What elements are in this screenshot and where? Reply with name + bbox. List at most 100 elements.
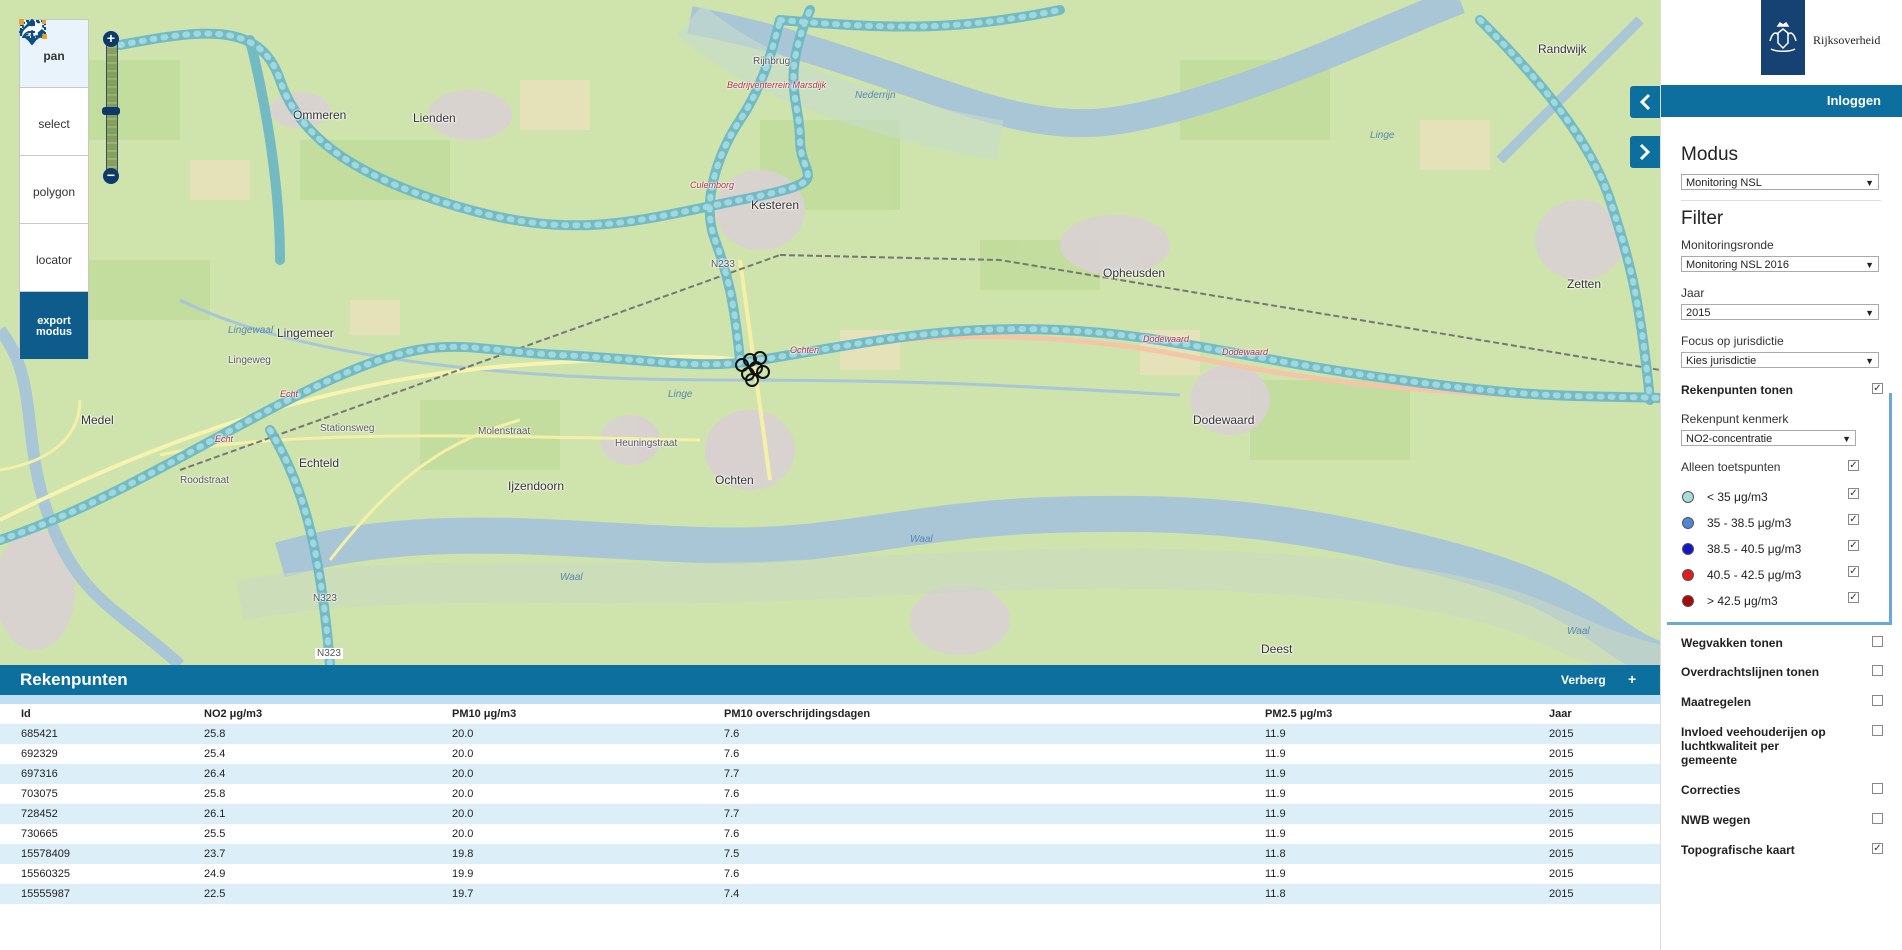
road-n233: N233 <box>711 259 735 270</box>
polygon-tool[interactable]: polygon <box>19 20 89 223</box>
login-link[interactable]: Inloggen <box>1661 85 1902 117</box>
column-header-pm10-days[interactable]: PM10 overschrijdingsdagen <box>703 704 1244 724</box>
legend-checkbox-0[interactable]: ✓ <box>1848 488 1859 499</box>
table-cell: 26.1 <box>183 804 431 824</box>
road-dodewaard-1: Dodewaard <box>1143 334 1190 344</box>
layer-veehouderijen-checkbox[interactable] <box>1872 725 1883 736</box>
table-row[interactable]: 730665 25.5 20.0 7.6 11.9 2015 <box>0 824 1660 844</box>
place-opheusden: Opheusden <box>1103 266 1166 280</box>
results-title: Rekenpunten <box>20 670 128 689</box>
map-view[interactable]: Ommeren Lienden Kesteren Opheusden Linge… <box>0 0 1660 665</box>
collapse-panel-tab[interactable] <box>1630 86 1660 118</box>
kenmerk-select[interactable]: NO2-concentratie ▼ <box>1681 430 1856 446</box>
legend-checkbox-4[interactable]: ✓ <box>1848 592 1859 603</box>
table-row[interactable]: 728452 26.1 20.0 7.7 11.9 2015 <box>0 804 1660 824</box>
table-row[interactable]: 703075 25.8 20.0 7.6 11.9 2015 <box>0 784 1660 804</box>
legend-label-0: < 35 μg/m3 <box>1707 490 1768 504</box>
table-row[interactable]: 15555987 22.5 19.7 7.4 11.8 2015 <box>0 884 1660 904</box>
table-cell: 22.5 <box>183 884 431 904</box>
place-lingemeer: Lingemeer <box>277 326 334 340</box>
alleen-toetspunten-checkbox[interactable]: ✓ <box>1848 460 1859 471</box>
road-lingeweg: Lingeweg <box>228 355 271 366</box>
table-row[interactable]: 15560325 24.9 19.9 7.6 11.9 2015 <box>0 864 1660 884</box>
table-cell: 728452 <box>0 804 183 824</box>
table-cell: 20.0 <box>431 764 703 784</box>
select-tool[interactable]: select <box>19 19 89 155</box>
column-header-pm10[interactable]: PM10 μg/m3 <box>431 704 703 724</box>
jaar-label: Jaar <box>1681 286 1705 300</box>
zoom-in-button[interactable]: + <box>103 31 119 47</box>
place-bedrijventerrein: Bedrijventerrein Marsdijk <box>727 80 827 90</box>
hide-results-button[interactable]: Verberg <box>1561 673 1606 687</box>
column-header-id[interactable]: Id <box>0 704 183 724</box>
place-lienden: Lienden <box>413 111 456 125</box>
layer-topografisch-checkbox[interactable]: ✓ <box>1872 843 1883 854</box>
road-n323-a: N323 <box>315 648 343 659</box>
table-cell: 26.4 <box>183 764 431 784</box>
locator-tool[interactable]: locator <box>19 20 89 291</box>
road-roodstraat: Roodstraat <box>180 475 229 486</box>
table-row[interactable]: 697316 26.4 20.0 7.7 11.9 2015 <box>0 764 1660 784</box>
layer-wegvakken-checkbox[interactable] <box>1872 636 1883 647</box>
legend-dot-2 <box>1682 543 1694 555</box>
polygon-label: polygon <box>32 185 76 199</box>
export-label: export modus <box>36 316 72 338</box>
column-header-jaar[interactable]: Jaar <box>1528 704 1660 724</box>
zoom-out-button[interactable]: − <box>103 168 119 184</box>
jaar-select[interactable]: 2015 ▼ <box>1681 304 1879 320</box>
jaar-value: 2015 <box>1686 307 1711 319</box>
layer-overdrachtslijnen-label: Overdrachtslijnen tonen <box>1681 665 1820 679</box>
layer-nwb-checkbox[interactable] <box>1872 813 1883 824</box>
place-randwijk: Randwijk <box>1538 42 1587 56</box>
monitoringsronde-select[interactable]: Monitoring NSL 2016 ▼ <box>1681 256 1879 272</box>
zoom-slider-handle[interactable] <box>102 107 120 115</box>
table-cell: 11.9 <box>1244 744 1528 764</box>
river-waal-2: Waal <box>910 534 933 545</box>
column-header-no2[interactable]: NO2 μg/m3 <box>183 704 431 724</box>
river-linge: Linge <box>668 389 693 400</box>
table-row[interactable]: 685421 25.8 20.0 7.6 11.9 2015 <box>0 724 1660 744</box>
place-echteld: Echteld <box>299 456 340 470</box>
dropdown-arrow-icon: ▼ <box>1865 356 1874 366</box>
monitoringsronde-value: Monitoring NSL 2016 <box>1686 259 1789 271</box>
table-row[interactable]: 692329 25.4 20.0 7.6 11.9 2015 <box>0 744 1660 764</box>
legend-checkbox-3[interactable]: ✓ <box>1848 566 1859 577</box>
place-culemborg: Culemborg <box>690 180 735 190</box>
river-nederrijn: Nederrijn <box>855 90 896 101</box>
column-header-pm25[interactable]: PM2.5 μg/m3 <box>1244 704 1528 724</box>
table-cell: 7.4 <box>703 884 1244 904</box>
layer-maatregelen-checkbox[interactable] <box>1872 695 1883 706</box>
modus-title: Modus <box>1681 144 1739 165</box>
table-cell: 2015 <box>1528 824 1660 844</box>
table-cell: 2015 <box>1528 784 1660 804</box>
legend-checkbox-2[interactable]: ✓ <box>1848 540 1859 551</box>
table-cell: 11.9 <box>1244 784 1528 804</box>
dropdown-arrow-icon: ▼ <box>1865 260 1874 270</box>
legend-label-4: > 42.5 μg/m3 <box>1707 594 1778 608</box>
layer-correcties-checkbox[interactable] <box>1872 783 1883 794</box>
table-cell: 692329 <box>0 744 183 764</box>
table-cell: 2015 <box>1528 844 1660 864</box>
table-cell: 25.5 <box>183 824 431 844</box>
table-cell: 2015 <box>1528 884 1660 904</box>
rekenpunten-checkbox[interactable]: ✓ <box>1872 383 1883 394</box>
modus-select[interactable]: Monitoring NSL ▼ <box>1681 174 1879 190</box>
road-n323-b: N323 <box>313 593 337 604</box>
focus-select[interactable]: Kies jurisdictie ▼ <box>1681 352 1879 368</box>
expand-results-button[interactable]: + <box>1628 671 1636 687</box>
export-mode-tool[interactable]: export modus <box>19 21 89 359</box>
modus-select-value: Monitoring NSL <box>1686 177 1762 189</box>
legend-checkbox-1[interactable]: ✓ <box>1848 514 1859 525</box>
locator-label: locator <box>35 253 73 267</box>
table-row[interactable]: 15578409 23.7 19.8 7.5 11.8 2015 <box>0 844 1660 864</box>
table-cell: 11.9 <box>1244 724 1528 744</box>
layer-overdrachtslijnen-checkbox[interactable] <box>1872 665 1883 676</box>
table-cell: 11.9 <box>1244 824 1528 844</box>
export-label-line2: modus <box>35 326 73 338</box>
dropdown-arrow-icon: ▼ <box>1865 308 1874 318</box>
pan-label: pan <box>43 49 65 63</box>
map-tools: pan select polygon locator export modus <box>19 19 89 359</box>
table-cell: 20.0 <box>431 724 703 744</box>
table-cell: 7.6 <box>703 784 1244 804</box>
expand-panel-tab[interactable] <box>1630 136 1660 168</box>
